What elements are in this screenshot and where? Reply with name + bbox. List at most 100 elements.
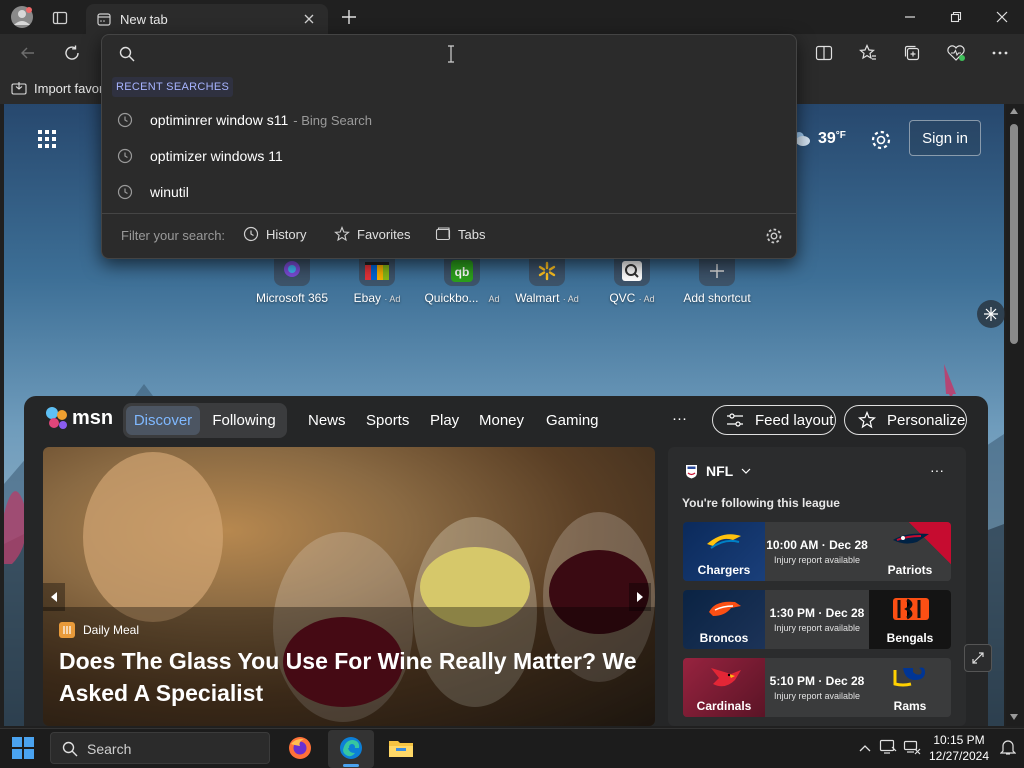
game-time: 1:30 PM · Dec 28 — [769, 606, 865, 620]
hero-actions-row — [59, 717, 179, 726]
browser-essentials-icon[interactable] — [944, 42, 968, 64]
suggestion-item[interactable]: winutil — [102, 175, 796, 209]
cardinals-logo-icon — [711, 668, 741, 687]
nav-gaming[interactable]: Gaming — [546, 412, 599, 429]
firefox-icon[interactable] — [286, 734, 314, 762]
hero-next-arrow-icon[interactable] — [629, 583, 651, 611]
background-effects-icon[interactable] — [977, 300, 1005, 328]
suggestion-item[interactable]: optiminrer window s11 - Bing Search — [102, 103, 796, 137]
refresh-icon[interactable] — [60, 42, 84, 64]
weather-widget[interactable]: 39 °F — [792, 128, 846, 150]
game-note: Injury report available — [773, 691, 861, 701]
ad-label: · Ad — [638, 294, 655, 304]
filter-favorites-button[interactable]: Favorites — [333, 225, 410, 243]
weather-unit: °F — [835, 129, 846, 141]
clock-date: 12/27/2024 — [928, 749, 990, 763]
team-right-name: Bengals — [886, 631, 934, 645]
game-row[interactable]: Cardinals 5:10 PM · Dec 28 Injury report… — [683, 658, 951, 717]
search-settings-icon[interactable] — [764, 226, 784, 246]
display-icon[interactable] — [878, 737, 898, 757]
page-settings-icon[interactable] — [868, 127, 894, 153]
suggestion-item[interactable]: optimizer windows 11 — [102, 139, 796, 173]
ebay-icon — [359, 256, 395, 286]
tab-actions-icon[interactable] — [50, 8, 70, 28]
shortcut-add[interactable]: Add shortcut — [671, 256, 763, 305]
edge-icon[interactable] — [337, 734, 365, 762]
shortcut-microsoft-365[interactable]: Microsoft 365 — [246, 256, 338, 305]
personalize-button[interactable]: Personalize — [844, 405, 967, 435]
hero-article-card[interactable]: Daily Meal Does The Glass You Use For Wi… — [43, 447, 655, 726]
tab-new-tab[interactable]: New tab — [86, 4, 328, 34]
shortcut-quickbooks[interactable]: qb Quickbo... Ad — [416, 256, 508, 305]
tab-discover[interactable]: Discover — [126, 406, 200, 435]
scrollbar-thumb[interactable] — [1010, 124, 1018, 344]
game-row[interactable]: Chargers 10:00 AM · Dec 28 Injury report… — [683, 522, 951, 581]
nav-money[interactable]: Money — [479, 412, 524, 429]
app-launcher-icon[interactable] — [36, 128, 58, 150]
shortcut-ebay[interactable]: Ebay · Ad — [331, 256, 423, 305]
weather-temperature: 39 — [818, 130, 836, 147]
favorites-icon[interactable] — [856, 42, 880, 64]
tab-following[interactable]: Following — [206, 406, 282, 435]
team-left-name: Cardinals — [696, 699, 752, 713]
nav-play[interactable]: Play — [430, 412, 459, 429]
tab-title: New tab — [120, 12, 168, 27]
nav-sports[interactable]: Sports — [366, 412, 409, 429]
hero-prev-arrow-icon[interactable] — [43, 583, 65, 611]
collections-icon[interactable] — [900, 42, 924, 64]
patriots-logo-icon — [893, 533, 929, 544]
search-icon — [118, 45, 136, 63]
file-explorer-icon[interactable] — [387, 734, 415, 762]
personalize-star-icon — [857, 411, 877, 429]
taskbar-search-icon — [61, 740, 79, 758]
windows-start-icon[interactable] — [10, 735, 36, 761]
filter-history-button[interactable]: History — [242, 225, 306, 243]
filter-tabs-button[interactable]: Tabs — [434, 225, 485, 243]
minimize-icon[interactable] — [898, 6, 922, 28]
nav-news[interactable]: News — [308, 412, 346, 429]
split-screen-icon[interactable] — [812, 42, 836, 64]
history-clock-icon — [116, 183, 134, 201]
notifications-icon[interactable] — [998, 737, 1018, 757]
taskbar-clock[interactable]: 10:15 PM 12/27/2024 — [926, 731, 992, 765]
suggestion-text: optimizer windows 11 — [150, 148, 283, 164]
msn-logo-text: msn — [72, 406, 114, 429]
nfl-header[interactable]: NFL — [684, 461, 753, 481]
add-shortcut-plus-icon — [699, 256, 735, 286]
close-window-icon[interactable] — [990, 6, 1014, 28]
tabs-icon — [434, 225, 452, 243]
scroll-up-arrow-icon[interactable] — [1008, 106, 1020, 116]
expand-icon[interactable] — [964, 644, 992, 672]
shortcut-label: Ebay — [353, 291, 381, 305]
address-input-row[interactable] — [102, 35, 796, 73]
profile-avatar-icon[interactable] — [10, 5, 34, 29]
more-menu-icon[interactable] — [988, 42, 1012, 64]
hero-title[interactable]: Does The Glass You Use For Wine Really M… — [59, 645, 649, 709]
game-time: 10:00 AM · Dec 28 — [766, 538, 868, 552]
suggestion-source: - Bing Search — [293, 112, 373, 128]
game-row[interactable]: Broncos 1:30 PM · Dec 28 Injury report a… — [683, 590, 951, 649]
hero-source[interactable]: Daily Meal — [59, 622, 139, 638]
back-icon[interactable] — [16, 42, 40, 64]
msn-logo[interactable]: msn — [44, 404, 113, 432]
restore-icon[interactable] — [944, 6, 968, 28]
import-favorites-button[interactable]: Import favor — [10, 78, 103, 98]
close-tab-icon[interactable] — [300, 10, 318, 28]
feed-layout-button[interactable]: Feed layout — [712, 405, 836, 435]
shortcut-qvc[interactable]: QVC · Ad — [586, 256, 678, 305]
microsoft-365-icon — [274, 256, 310, 286]
nav-more-button[interactable]: ··· — [672, 410, 687, 427]
taskbar-search-placeholder: Search — [87, 741, 132, 757]
rams-logo-icon — [893, 667, 925, 687]
sign-in-button[interactable]: Sign in — [909, 120, 981, 156]
network-icon[interactable] — [902, 737, 922, 757]
scroll-down-arrow-icon[interactable] — [1008, 712, 1020, 722]
taskbar-search-box[interactable]: Search — [50, 732, 270, 764]
nfl-more-button[interactable]: ··· — [930, 462, 944, 478]
show-hidden-icons-chevron-icon[interactable] — [856, 738, 874, 758]
import-icon — [10, 80, 28, 96]
text-cursor-icon — [446, 44, 456, 64]
new-tab-plus-icon[interactable] — [338, 6, 360, 28]
shortcut-label: Walmart — [515, 291, 560, 305]
shortcut-walmart[interactable]: Walmart · Ad — [501, 256, 593, 305]
